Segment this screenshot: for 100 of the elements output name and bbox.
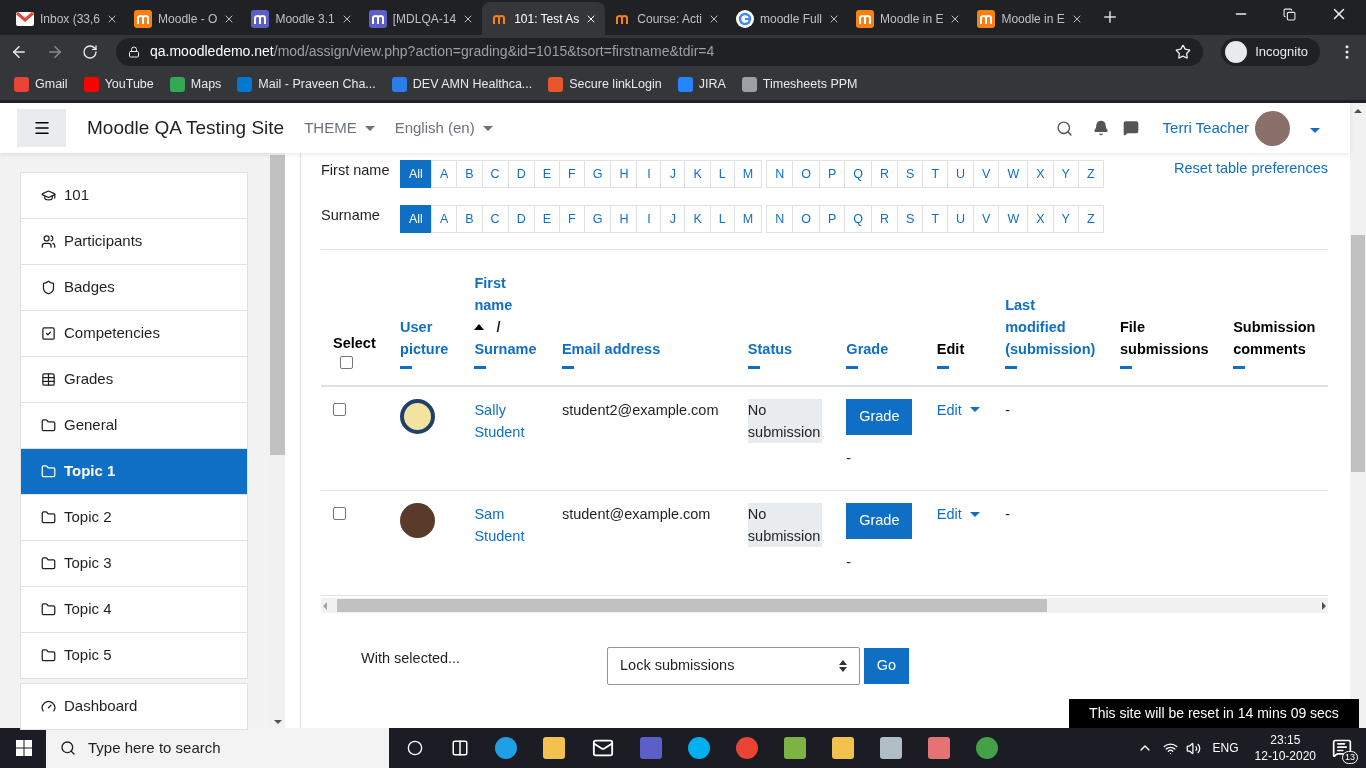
bookmark[interactable]: JIRA — [677, 74, 726, 94]
column-sort-link[interactable]: User picture — [400, 315, 451, 360]
windows-logo-icon[interactable] — [16, 740, 32, 756]
page-scrollbar[interactable] — [1350, 103, 1366, 728]
initial-button[interactable]: All — [400, 205, 432, 233]
collapse-icon[interactable] — [474, 365, 487, 369]
column-sort-link[interactable]: Last modified (submission) — [1005, 293, 1096, 360]
collapse-icon[interactable] — [1005, 365, 1018, 369]
initial-button[interactable]: O — [792, 205, 820, 233]
initial-button[interactable]: Q — [844, 205, 872, 233]
clock-time[interactable]: 23:15 — [1270, 732, 1301, 748]
dropdown-menu[interactable]: English (en) — [394, 116, 493, 140]
column-sort-link[interactable]: Email address — [561, 337, 661, 360]
initial-button[interactable]: F — [559, 205, 585, 233]
grade-button[interactable]: Grade — [846, 398, 913, 435]
reload-icon[interactable] — [82, 43, 98, 60]
initial-button[interactable]: G — [583, 205, 612, 233]
edit-menu[interactable]: Edit — [936, 398, 980, 421]
bell-icon[interactable] — [1092, 120, 1109, 136]
initial-button[interactable]: O — [792, 160, 820, 188]
initial-button[interactable]: Z — [1077, 160, 1104, 188]
initial-button[interactable]: V — [973, 205, 1000, 233]
initial-button[interactable]: L — [709, 160, 735, 188]
initial-button[interactable]: C — [481, 160, 509, 188]
app-icon[interactable] — [688, 737, 710, 759]
initial-button[interactable]: W — [998, 160, 1029, 188]
horizontal-scrollbar[interactable] — [321, 598, 1328, 613]
initial-button[interactable]: W — [998, 205, 1029, 233]
collapse-icon[interactable] — [747, 365, 760, 369]
initial-button[interactable]: T — [922, 205, 949, 233]
search-icon[interactable] — [1055, 119, 1073, 137]
nav-item[interactable]: Grades — [20, 356, 248, 403]
browser-tab[interactable]: Moodle in E — [848, 2, 970, 35]
bookmark[interactable]: DEV AMN Healthca... — [391, 74, 533, 94]
nav-item[interactable]: Dashboard — [20, 683, 248, 730]
bookmark[interactable]: Gmail — [14, 74, 68, 94]
initial-button[interactable]: J — [660, 160, 686, 188]
reset-link[interactable]: Reset table preferences — [1174, 158, 1328, 180]
initial-button[interactable]: H — [610, 160, 638, 188]
browser-tab[interactable]: 101: Test As — [482, 2, 606, 35]
browser-tab[interactable]: Inbox (33,6 — [8, 2, 127, 35]
nav-item[interactable]: Topic 4 — [20, 586, 248, 633]
initial-button[interactable]: All — [400, 160, 432, 188]
initial-button[interactable]: B — [456, 160, 483, 188]
dropdown-menu[interactable]: THEME — [304, 116, 375, 140]
column-sort-link[interactable]: Grade — [846, 337, 889, 360]
initial-button[interactable]: I — [636, 205, 662, 233]
nav-item[interactable]: Topic 1 — [20, 448, 248, 495]
initial-button[interactable]: R — [871, 160, 899, 188]
app-icon[interactable] — [736, 737, 758, 759]
initial-button[interactable]: B — [456, 205, 483, 233]
bookmark[interactable]: Secure linkLogin — [548, 74, 662, 94]
speaker-icon[interactable] — [1185, 740, 1201, 756]
initial-button[interactable]: J — [660, 205, 686, 233]
app-icon[interactable] — [976, 737, 998, 759]
initial-button[interactable]: M — [733, 160, 763, 188]
collapse-icon[interactable] — [936, 365, 949, 369]
nav-item[interactable]: Competencies — [20, 310, 248, 357]
bookmark[interactable]: YouTube — [83, 74, 154, 94]
initial-button[interactable]: I — [636, 160, 662, 188]
initial-button[interactable]: X — [1027, 160, 1054, 188]
address-bar[interactable]: qa.moodledemo.net/mod/assign/view.php?action=grading&id=1015&tsort=firstname&tdir=4 — [116, 37, 1204, 66]
initial-button[interactable]: K — [684, 160, 711, 188]
student-name-link[interactable]: Sally Student — [474, 398, 530, 443]
initial-button[interactable]: Y — [1052, 160, 1079, 188]
initial-button[interactable]: D — [507, 160, 535, 188]
browser-tab[interactable]: [MDLQA-14 — [360, 2, 483, 35]
initial-button[interactable]: X — [1027, 205, 1054, 233]
edit-menu[interactable]: Edit — [936, 503, 980, 525]
clock-date[interactable]: 12-10-2020 — [1254, 748, 1316, 764]
bookmark[interactable]: Timesheets PPM — [741, 74, 858, 94]
initial-button[interactable]: Q — [844, 160, 872, 188]
initial-button[interactable]: G — [583, 160, 612, 188]
initial-button[interactable]: Z — [1077, 205, 1104, 233]
initial-button[interactable]: L — [709, 205, 735, 233]
wifi-icon[interactable] — [1162, 740, 1178, 756]
site-name[interactable]: Moodle QA Testing Site — [87, 113, 285, 143]
go-button[interactable]: Go — [864, 648, 909, 684]
initial-button[interactable]: N — [766, 160, 794, 188]
profile-button[interactable]: Incognito — [1221, 37, 1320, 66]
nav-item[interactable]: Topic 2 — [20, 494, 248, 541]
language-indicator[interactable]: ENG — [1212, 739, 1239, 757]
initial-button[interactable]: C — [481, 205, 509, 233]
bookmark[interactable]: Mail - Praveen Cha... — [237, 74, 376, 94]
column-sort-link[interactable]: Surname — [474, 337, 537, 360]
column-sort-link[interactable]: Status — [747, 337, 793, 360]
nav-item[interactable]: General — [20, 402, 248, 449]
initial-button[interactable]: H — [610, 205, 638, 233]
initial-button[interactable]: R — [871, 205, 899, 233]
initial-button[interactable]: K — [684, 205, 711, 233]
collapse-icon[interactable] — [846, 365, 859, 369]
collapse-icon[interactable] — [561, 365, 574, 369]
initial-button[interactable]: S — [897, 205, 924, 233]
collapse-icon[interactable] — [1233, 365, 1246, 369]
collapse-icon[interactable] — [1120, 365, 1132, 369]
circle-icon[interactable] — [407, 740, 423, 756]
mail-icon[interactable] — [592, 737, 614, 759]
browser-tab[interactable]: moodle Full — [728, 2, 849, 35]
browser-tab[interactable]: Moodle 3.1 — [243, 2, 361, 35]
app-icon[interactable] — [495, 737, 517, 759]
